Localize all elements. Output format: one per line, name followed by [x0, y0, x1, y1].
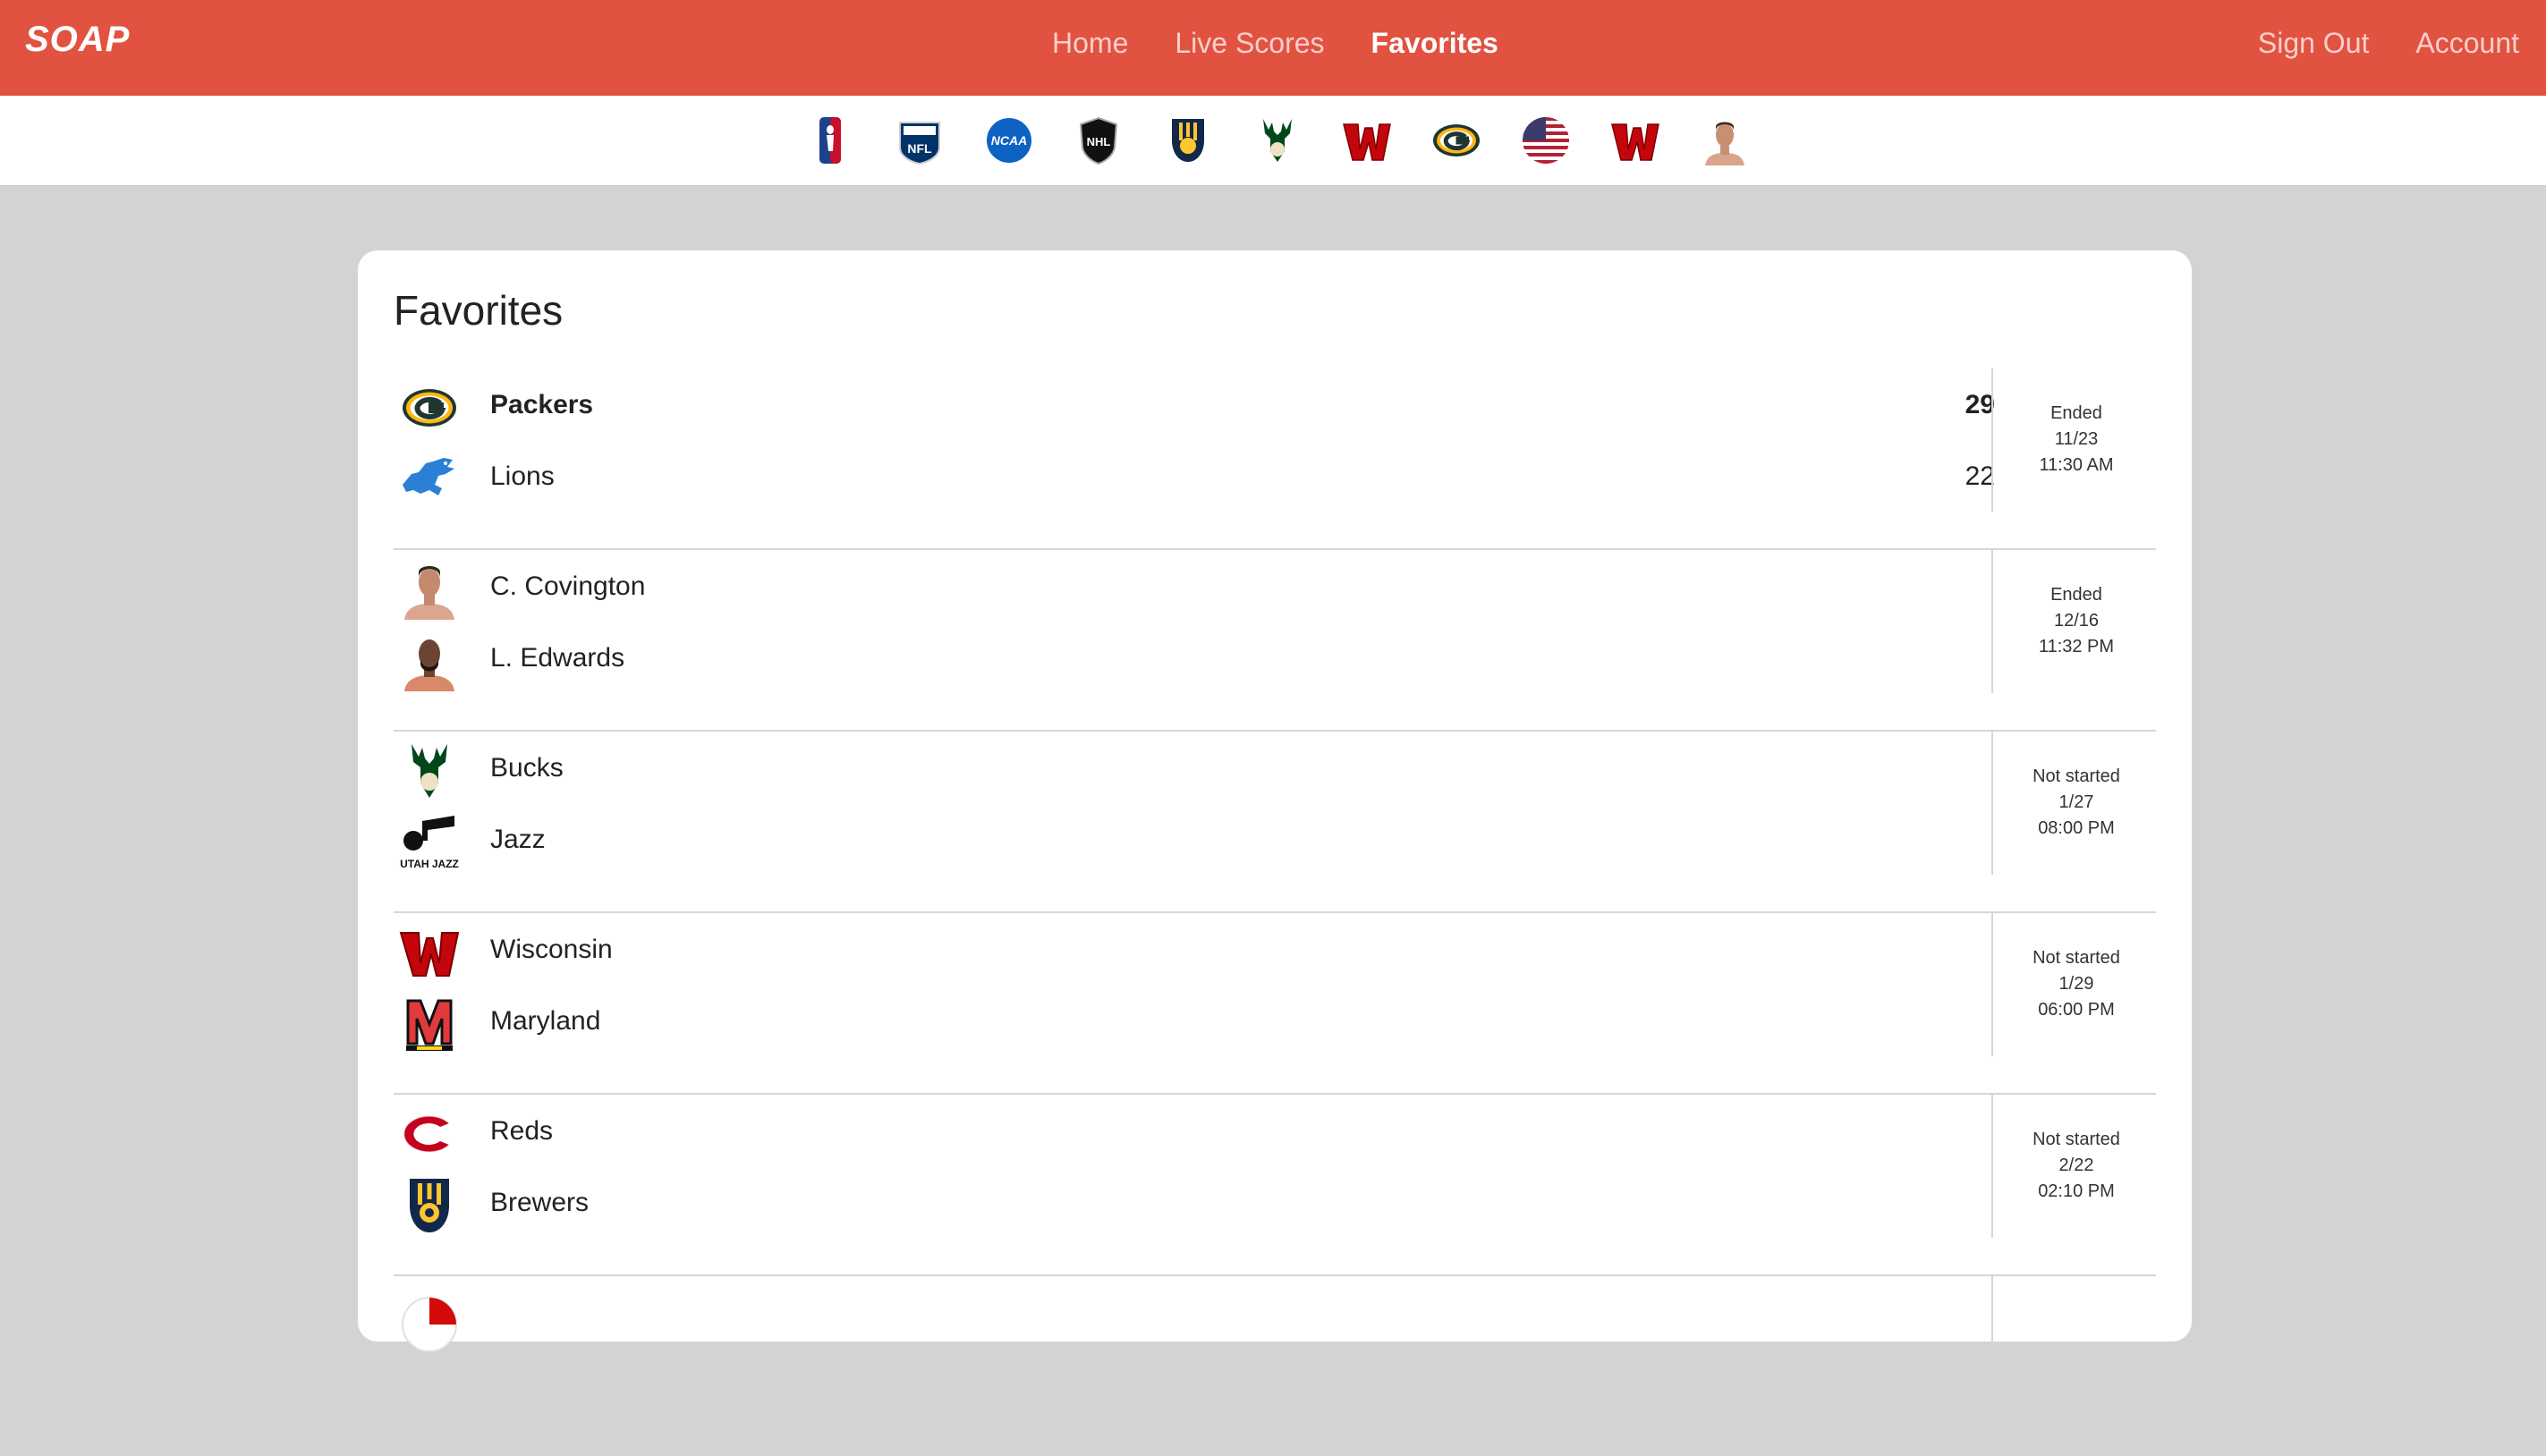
- svg-text:NHL: NHL: [1087, 135, 1111, 148]
- team-row: Maryland: [394, 988, 2004, 1060]
- team-name: Bucks: [490, 753, 564, 783]
- fighter-photo-icon: [399, 631, 460, 691]
- game-status: Not started 1/29 06:00 PM: [1993, 945, 2160, 1023]
- game-status: Not started 1/27 08:00 PM: [1993, 764, 2160, 842]
- reds-logo-icon: [399, 1104, 460, 1164]
- game-status: Not started 2/22 02:10 PM: [1993, 1127, 2160, 1205]
- account-nav: Sign Out Account: [2258, 27, 2519, 60]
- game-date: 11/23: [2054, 429, 2099, 449]
- game-card[interactable]: Packers 29 Lions 22 Ended 11/23 11:30 AM: [394, 368, 2156, 550]
- svg-text:NFL: NFL: [907, 141, 932, 156]
- game-card[interactable]: Reds Brewers Not started 2/22 02:10 PM: [394, 1095, 2156, 1276]
- nba-icon[interactable]: [805, 115, 855, 165]
- wisconsin-icon[interactable]: [1610, 115, 1660, 165]
- svg-text:UTAH JAZZ: UTAH JAZZ: [400, 858, 459, 870]
- team-row: L. Edwards: [394, 625, 2004, 697]
- game-date: 1/27: [2058, 792, 2094, 812]
- team-name: L. Edwards: [490, 643, 625, 673]
- svg-text:NCAA: NCAA: [991, 133, 1027, 148]
- game-status: Ended 11/23 11:30 AM: [1993, 401, 2160, 478]
- nav-sign-out[interactable]: Sign Out: [2258, 27, 2370, 60]
- games-list: Packers 29 Lions 22 Ended 11/23 11:30 AM: [394, 368, 2156, 1456]
- game-time: 11:30 AM: [2039, 455, 2114, 475]
- nav-account[interactable]: Account: [2415, 27, 2519, 60]
- game-card[interactable]: [394, 1276, 2156, 1456]
- team-row: Packers 29: [394, 372, 2004, 444]
- nfl-icon[interactable]: NFL: [895, 115, 945, 165]
- maryland-logo-icon: [399, 994, 460, 1054]
- fighter-avatar-icon[interactable]: [1700, 115, 1750, 165]
- game-date: 2/22: [2058, 1155, 2094, 1175]
- status-text: Not started: [2033, 1130, 2120, 1149]
- brewers-logo-icon: [399, 1175, 460, 1236]
- nav-favorites[interactable]: Favorites: [1371, 27, 1498, 60]
- league-bar: NFL NCAA NHL: [0, 96, 2546, 186]
- bucks-icon[interactable]: [1252, 115, 1303, 165]
- usa-flag-icon[interactable]: [1521, 115, 1571, 165]
- packers-logo-icon: [399, 377, 460, 438]
- team-row: UTAH JAZZ Jazz: [394, 807, 2004, 878]
- nav-home[interactable]: Home: [1052, 27, 1128, 60]
- game-status: Ended 12/16 11:32 PM: [1993, 582, 2160, 660]
- status-text: Not started: [2033, 948, 2120, 968]
- team-name: C. Covington: [490, 571, 646, 601]
- status-text: Not started: [2033, 766, 2120, 786]
- team-row: Lions 22: [394, 444, 2004, 515]
- team-row: Brewers: [394, 1170, 2004, 1241]
- game-time: 11:32 PM: [2038, 637, 2115, 656]
- game-time: 02:10 PM: [2038, 1181, 2115, 1201]
- game-card[interactable]: Bucks UTAH JAZZ Jazz Not started 1/27 08…: [394, 732, 2156, 913]
- team-name: Reds: [490, 1116, 554, 1146]
- game-date: 1/29: [2058, 974, 2094, 994]
- ncaa-icon[interactable]: NCAA: [984, 115, 1034, 165]
- team-row: Bucks: [394, 735, 2004, 807]
- bucks-logo-icon: [399, 741, 460, 801]
- brand-logo[interactable]: SOAP: [25, 20, 130, 60]
- page-title: Favorites: [394, 287, 564, 334]
- team-row: C. Covington: [394, 554, 2004, 625]
- wisconsin-logo-icon: [399, 922, 460, 983]
- lions-logo-icon: [399, 449, 460, 510]
- game-card[interactable]: C. Covington L. Edwards Ended 12/16 11:3…: [394, 550, 2156, 732]
- status-text: Ended: [2050, 403, 2102, 423]
- jazz-logo-icon: UTAH JAZZ: [399, 812, 460, 873]
- top-navbar: SOAP Home Live Scores Favorites Sign Out…: [0, 0, 2546, 96]
- nav-live-scores[interactable]: Live Scores: [1175, 27, 1324, 60]
- team-score: 22: [1965, 461, 1995, 491]
- league-icon-list: NFL NCAA NHL: [805, 115, 1750, 165]
- team-name: Brewers: [490, 1188, 590, 1217]
- team-name: Lions: [490, 461, 555, 491]
- team-logo-icon: [399, 1294, 460, 1355]
- game-date: 12/16: [2053, 611, 2100, 631]
- team-name: Packers: [490, 390, 594, 419]
- packers-icon[interactable]: [1431, 115, 1481, 165]
- team-row: Wisconsin: [394, 917, 2004, 988]
- team-name: Maryland: [490, 1006, 601, 1036]
- main-nav: Home Live Scores Favorites: [1052, 27, 1498, 60]
- favorites-card: Favorites Packers 29 Lions 22 Ended 11/2…: [358, 250, 2192, 1419]
- game-time: 08:00 PM: [2038, 818, 2115, 838]
- game-time: 06:00 PM: [2038, 1000, 2115, 1020]
- divider: [1991, 1276, 1993, 1419]
- team-name: Jazz: [490, 825, 546, 854]
- wisconsin-icon[interactable]: [1342, 115, 1392, 165]
- nhl-icon[interactable]: NHL: [1074, 115, 1124, 165]
- game-card[interactable]: Wisconsin Maryland Not started 1/29 06:0…: [394, 913, 2156, 1095]
- team-name: Wisconsin: [490, 935, 613, 964]
- team-score: 29: [1965, 390, 1995, 419]
- brewers-icon[interactable]: [1163, 115, 1213, 165]
- fighter-photo-icon: [399, 559, 460, 620]
- status-text: Ended: [2050, 585, 2102, 605]
- team-row: Reds: [394, 1098, 2004, 1170]
